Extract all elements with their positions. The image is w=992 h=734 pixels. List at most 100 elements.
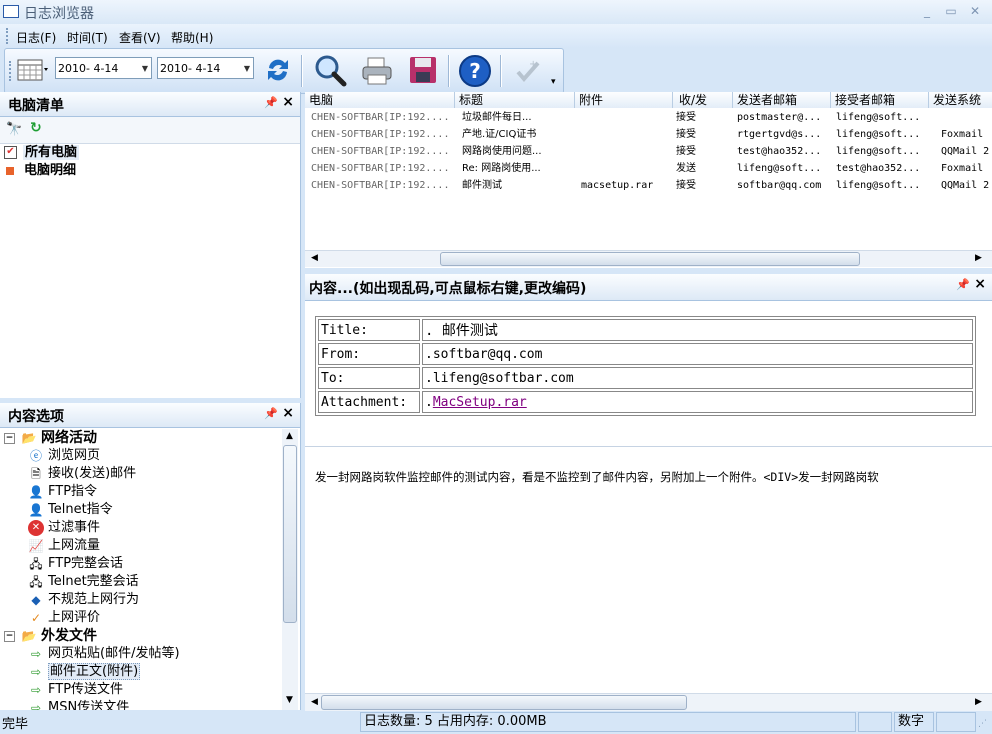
field-to: To: .lifeng@softbar.com <box>318 367 973 389</box>
print-button[interactable] <box>360 55 394 87</box>
column-header-recipient[interactable]: 接受者邮箱 <box>831 92 929 108</box>
cell-computer: CHEN-SOFTBAR[IP:192.... <box>311 146 450 157</box>
menu-help[interactable]: 帮助(H) <box>171 29 213 46</box>
search-button[interactable] <box>312 53 348 89</box>
attachment-link[interactable]: MacSetup.rar <box>433 395 527 410</box>
content-options-header: 内容选项 📌 × <box>0 403 300 428</box>
cell-mailer <box>941 109 992 126</box>
tree-item-label: 不规范上网行为 <box>48 592 140 607</box>
pin-icon[interactable]: 📌 <box>956 278 970 291</box>
column-header-computer[interactable]: 电脑 <box>305 92 455 108</box>
menu-bar: 日志(F) 时间(T) 查看(V) 帮助(H) <box>0 24 992 48</box>
tree-item-ftp-session[interactable]: 🖧 FTP完整会话 <box>28 555 139 573</box>
table-row[interactable]: CHEN-SOFTBAR[IP:192.... 垃圾邮件每日... 接受 postm… <box>305 109 992 126</box>
app-icon <box>3 5 19 18</box>
close-panel-button[interactable]: × <box>282 94 294 110</box>
tree-item-label: 浏览网页 <box>48 448 101 463</box>
calendar-button[interactable] <box>17 59 48 81</box>
divider <box>305 446 992 447</box>
refresh-icon[interactable]: ↻ <box>30 120 42 136</box>
tree-item-all-computers[interactable]: ✔ 所有电脑 <box>4 144 80 162</box>
collapse-icon[interactable]: − <box>4 432 15 444</box>
tree-item-web-paste[interactable]: ⇨ 网页粘贴(邮件/发帖等) <box>28 645 180 663</box>
tree-item-telnet-session[interactable]: 🖧 Telnet完整会话 <box>28 573 139 591</box>
refresh-button[interactable] <box>263 55 295 87</box>
maximize-button[interactable]: ▭ <box>942 3 960 19</box>
cell-direction: 接受 <box>676 180 696 191</box>
close-panel-button[interactable]: × <box>974 276 986 292</box>
tree-item-label: 接收(发送)邮件 <box>48 466 137 481</box>
tree-item-label: 所有电脑 <box>23 145 80 160</box>
scroll-up-icon[interactable]: ▲ <box>286 431 293 441</box>
cell-attachment: macsetup.rar <box>581 180 654 191</box>
menu-log[interactable]: 日志(F) <box>16 29 56 46</box>
pin-icon[interactable]: 📌 <box>264 407 278 420</box>
session-icon: 🖧 <box>29 556 43 571</box>
column-header-mailer[interactable]: 发送系统 <box>929 92 992 108</box>
body-hscrollbar[interactable]: ◀ ▶ <box>305 693 992 711</box>
find-icon[interactable]: 🔭 <box>6 122 22 137</box>
tree-item-ftp-transfer[interactable]: ⇨ FTP传送文件 <box>28 681 180 699</box>
scroll-right-icon[interactable]: ▶ <box>975 253 982 263</box>
tree-item-computer-detail[interactable]: 电脑明细 <box>4 162 76 180</box>
collapse-icon[interactable]: − <box>4 630 15 642</box>
toolbar-separator <box>500 55 502 87</box>
pin-icon[interactable]: 📌 <box>264 96 278 109</box>
date-to-picker[interactable]: 2010- 4-14 ▼ <box>157 57 254 79</box>
cell-sender: postmaster@... <box>737 112 822 123</box>
scroll-thumb[interactable] <box>321 695 687 710</box>
tree-item-traffic[interactable]: 📈 上网流量 <box>28 537 139 555</box>
scroll-right-icon[interactable]: ▶ <box>975 697 982 707</box>
tree-item-ftp-command[interactable]: 👤 FTP指令 <box>28 483 139 501</box>
tree-item-label: 上网流量 <box>48 538 101 553</box>
title-bar: 日志浏览器 _ ▭ ✕ <box>0 0 992 24</box>
menu-view[interactable]: 查看(V) <box>119 29 161 46</box>
menu-time[interactable]: 时间(T) <box>67 29 108 46</box>
user-icon: 👤 <box>28 502 44 517</box>
resize-grip-icon[interactable]: ⋰ <box>978 719 987 729</box>
tree-scrollbar[interactable]: ▲ ▼ <box>282 429 298 710</box>
help-button[interactable]: ? <box>458 54 492 88</box>
column-header-direction[interactable]: 收/发 <box>673 92 733 108</box>
tree-group-network-activity[interactable]: − 📂 网络活动 <box>4 429 97 447</box>
scroll-thumb[interactable] <box>440 252 860 266</box>
tree-item-filter-events[interactable]: ✕ 过滤事件 <box>28 519 139 537</box>
date-from-picker[interactable]: 2010- 4-14 ▼ <box>55 57 152 79</box>
table-row[interactable]: CHEN-SOFTBAR[IP:192.... 产地.证/CIQ证书 接受 rtger… <box>305 126 992 143</box>
toolbar-overflow-icon[interactable]: ▾ <box>551 77 556 87</box>
close-panel-button[interactable]: × <box>282 405 294 421</box>
toolbar: 2010- 4-14 ▼ 2010- 4-14 ▼ ? + ▾ <box>4 48 564 94</box>
tree-item-mail[interactable]: 🗎 接收(发送)邮件 <box>28 465 139 483</box>
scroll-left-icon[interactable]: ◀ <box>311 253 318 263</box>
message-body: 发一封网路岗软件监控邮件的测试内容，看是不监控到了邮件内容，另附加上一个附件。<… <box>315 470 879 484</box>
tree-item-msn-transfer[interactable]: ⇨ MSN传送文件 <box>28 699 180 710</box>
tree-item-browse-web[interactable]: ⓔ 浏览网页 <box>28 447 139 465</box>
table-row[interactable]: CHEN-SOFTBAR[IP:192.... 邮件测试 macsetup.rar 接… <box>305 177 992 194</box>
tree-item-telnet-command[interactable]: 👤 Telnet指令 <box>28 501 139 519</box>
table-hscrollbar[interactable]: ◀ ▶ <box>305 250 992 267</box>
scroll-down-icon[interactable]: ▼ <box>286 695 293 705</box>
minimize-button[interactable]: _ <box>918 3 936 19</box>
checkbox-icon[interactable]: ✔ <box>4 146 17 159</box>
content-options-title: 内容选项 <box>8 409 64 425</box>
scroll-thumb[interactable] <box>283 445 297 623</box>
close-button[interactable]: ✕ <box>966 3 984 19</box>
mark-button[interactable]: + <box>512 55 544 87</box>
table-row[interactable]: CHEN-SOFTBAR[IP:192.... 网路岗使用问题... 接受 test@… <box>305 143 992 160</box>
save-button[interactable] <box>408 55 438 87</box>
cell-attachment <box>581 143 676 160</box>
tree-item-mail-body[interactable]: ⇨ 邮件正文(附件) <box>28 663 180 681</box>
table-row[interactable]: CHEN-SOFTBAR[IP:192.... Re: 网路岗使用... 发送 lif… <box>305 160 992 177</box>
scroll-left-icon[interactable]: ◀ <box>311 697 318 707</box>
tree-group-outgoing-files[interactable]: − 📂 外发文件 <box>4 627 97 645</box>
search-icon <box>315 55 347 87</box>
tree-item-irregular-behavior[interactable]: ◆ 不规范上网行为 <box>28 591 139 609</box>
status-empty-segment <box>936 712 976 732</box>
status-text: 完毕 <box>2 717 29 732</box>
column-header-subject[interactable]: 标题 <box>455 92 575 108</box>
column-header-attachment[interactable]: 附件 <box>575 92 673 108</box>
toolbar-separator <box>448 55 450 87</box>
cell-attachment <box>581 160 676 177</box>
tree-item-evaluation[interactable]: ✓ 上网评价 <box>28 609 139 627</box>
column-header-sender[interactable]: 发送者邮箱 <box>733 92 831 108</box>
